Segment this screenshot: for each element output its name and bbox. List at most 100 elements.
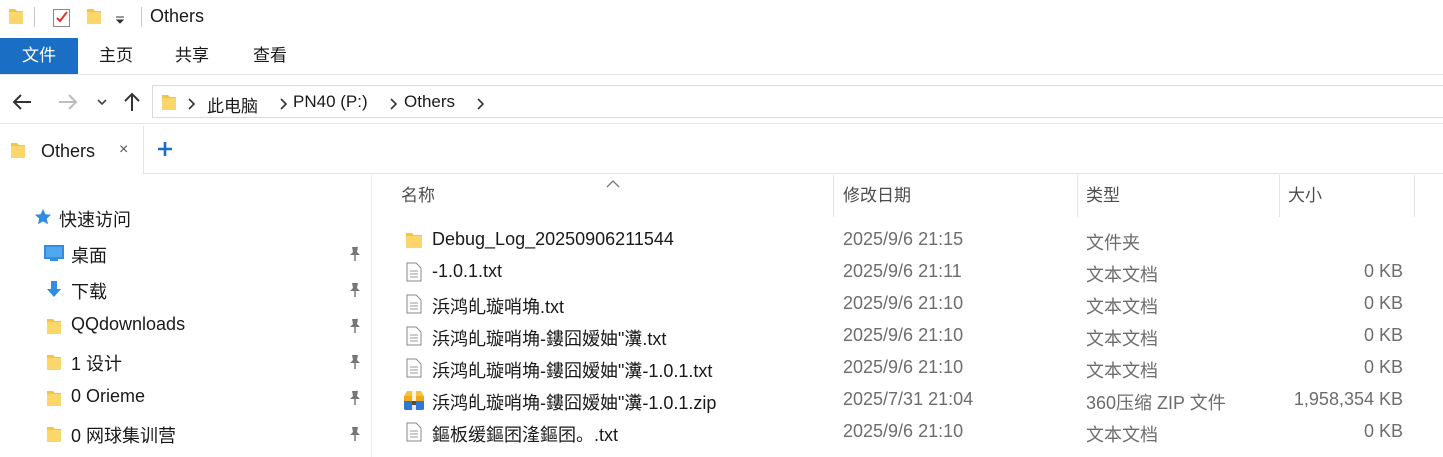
file-row[interactable]: Debug_Log_20250906211544 2025/9/6 21:15 … [373,224,1443,256]
chevron-right-icon[interactable] [279,97,288,115]
pin-icon[interactable] [348,246,362,267]
file-type: 文本文档 [1086,425,1158,445]
pin-icon[interactable] [348,354,362,375]
file-type: 360压缩 ZIP 文件 [1086,393,1226,413]
zip-archive-icon [403,389,425,416]
file-row[interactable]: 浜鸿癿璇哨埆-鏤囧嫒妯"瀵-1.0.1.txt 2025/9/6 21:10 文… [373,352,1443,384]
back-arrow-icon [12,94,31,110]
file-date: 2025/9/6 21:10 [843,293,964,313]
breadcrumb-drive[interactable]: PN40 (P:) [293,92,368,112]
folder-icon [161,92,177,117]
star-icon [34,208,52,231]
folder-icon [46,352,62,377]
folder-icon [10,140,26,165]
ribbon-tabs: 文件 主页 共享 查看 [0,38,1443,75]
file-row[interactable]: 浜鸿癿璇哨埆.txt 2025/9/6 21:10 文本文档 0 KB [373,288,1443,320]
column-divider[interactable] [833,175,834,217]
chevron-down-icon [97,99,107,106]
file-name: 浜鸿癿璇哨埆-鏤囧嫒妯"瀵-1.0.1.txt [432,361,713,381]
nav-item-label: 1 设计 [71,354,123,374]
nav-item-tennis-camp[interactable]: 0 网球集训营 [0,416,372,450]
toolbar-divider [34,7,35,27]
nav-item-qqdownloads[interactable]: QQdownloads [0,308,372,342]
chevron-right-icon[interactable] [476,97,485,115]
folder-icon [46,424,62,449]
nav-item-orieme[interactable]: 0 Orieme [0,380,372,414]
file-size: 0 KB [1363,325,1403,345]
title-bar: Others [0,0,1443,36]
text-file-icon [405,422,423,447]
column-divider[interactable] [1414,175,1415,217]
file-type: 文本文档 [1086,265,1158,285]
nav-item-label: 下载 [71,282,107,302]
file-date: 2025/9/6 21:10 [843,357,964,377]
new-tab-plus-icon[interactable] [154,138,176,160]
desktop-icon [43,244,65,267]
file-type: 文本文档 [1086,297,1158,317]
nav-item-desktop[interactable]: 桌面 [0,236,372,270]
nav-item-quick-access[interactable]: 快速访问 [0,200,372,234]
pin-icon[interactable] [348,426,362,447]
nav-item-label: 0 网球集训营 [71,426,177,446]
column-header-size[interactable]: 大小 [1288,175,1408,217]
nav-item-design[interactable]: 1 设计 [0,344,372,378]
file-date: 2025/7/31 21:04 [843,389,974,409]
navigation-bar: 此电脑 PN40 (P:) Others [0,80,1443,124]
up-button[interactable] [118,88,146,116]
file-type: 文本文档 [1086,361,1158,381]
file-size: 0 KB [1363,357,1403,377]
column-header-type[interactable]: 类型 [1086,175,1276,217]
breadcrumb-this-pc[interactable]: 此电脑 [207,92,258,117]
folder-tabs-bar: Others × [0,126,1443,174]
properties-checkbox-icon[interactable] [52,6,72,33]
text-file-icon [405,262,423,287]
file-date: 2025/9/6 21:10 [843,421,964,441]
nav-item-downloads[interactable]: 下载 [0,272,372,306]
file-size: 0 KB [1363,261,1403,281]
nav-item-label: 0 Orieme [71,386,146,406]
folder-tab-others[interactable]: Others × [0,126,144,174]
toolbar-divider [141,7,142,27]
ribbon-tab-home[interactable]: 主页 [86,38,146,74]
file-date: 2025/9/6 21:11 [843,261,962,281]
customize-toolbar-chevron-icon[interactable] [114,12,126,30]
file-list: 名称 修改日期 类型 大小 Debug_Log_20250906211544 2… [373,175,1443,457]
file-name: Debug_Log_20250906211544 [432,229,674,249]
file-row[interactable]: 鏂板缓鏂囨湰鏂囨。.txt 2025/9/6 21:10 文本文档 0 KB [373,416,1443,448]
file-size: 0 KB [1363,421,1403,441]
new-folder-icon[interactable] [86,6,102,31]
forward-button[interactable] [54,88,82,116]
file-row[interactable]: -1.0.1.txt 2025/9/6 21:11 文本文档 0 KB [373,256,1443,288]
column-divider[interactable] [1279,175,1280,217]
address-bar[interactable]: 此电脑 PN40 (P:) Others [152,85,1443,118]
column-header-date[interactable]: 修改日期 [843,175,1073,217]
file-row[interactable]: 浜鸿癿璇哨埆-鏤囧嫒妯"瀵.txt 2025/9/6 21:10 文本文档 0 … [373,320,1443,352]
file-row[interactable]: 浜鸿癿璇哨埆-鏤囧嫒妯"瀵-1.0.1.zip 2025/7/31 21:04 … [373,384,1443,416]
column-header-name[interactable]: 名称 [401,175,831,217]
file-name: 鏂板缓鏂囨湰鏂囨。.txt [432,425,619,445]
file-type: 文本文档 [1086,329,1158,349]
pin-icon[interactable] [348,282,362,303]
file-name: 浜鸿癿璇哨埆-鏤囧嫒妯"瀵.txt [432,329,667,349]
file-date: 2025/9/6 21:10 [843,325,964,345]
breadcrumb-others[interactable]: Others [404,92,455,112]
ribbon-tab-file[interactable]: 文件 [0,38,78,74]
folder-icon [46,388,62,413]
ribbon-tab-view[interactable]: 查看 [240,38,300,74]
recent-locations-button[interactable] [88,88,116,116]
pin-icon[interactable] [348,390,362,411]
column-divider[interactable] [1077,175,1078,217]
file-size: 0 KB [1363,293,1403,313]
file-name: 浜鸿癿璇哨埆-鏤囧嫒妯"瀵-1.0.1.zip [432,393,717,413]
ribbon-tab-share[interactable]: 共享 [162,38,222,74]
folder-icon [405,230,423,255]
pin-icon[interactable] [348,318,362,339]
chevron-right-icon[interactable] [187,97,196,115]
file-name: -1.0.1.txt [432,261,503,281]
chevron-right-icon[interactable] [389,97,398,115]
back-button[interactable] [8,88,36,116]
nav-item-label: 桌面 [71,246,107,266]
navigation-pane: 快速访问 桌面 下载 QQdownloads 1 设计 0 Orieme 0 网… [0,175,372,457]
close-icon[interactable]: × [119,141,128,159]
file-date: 2025/9/6 21:15 [843,229,964,249]
